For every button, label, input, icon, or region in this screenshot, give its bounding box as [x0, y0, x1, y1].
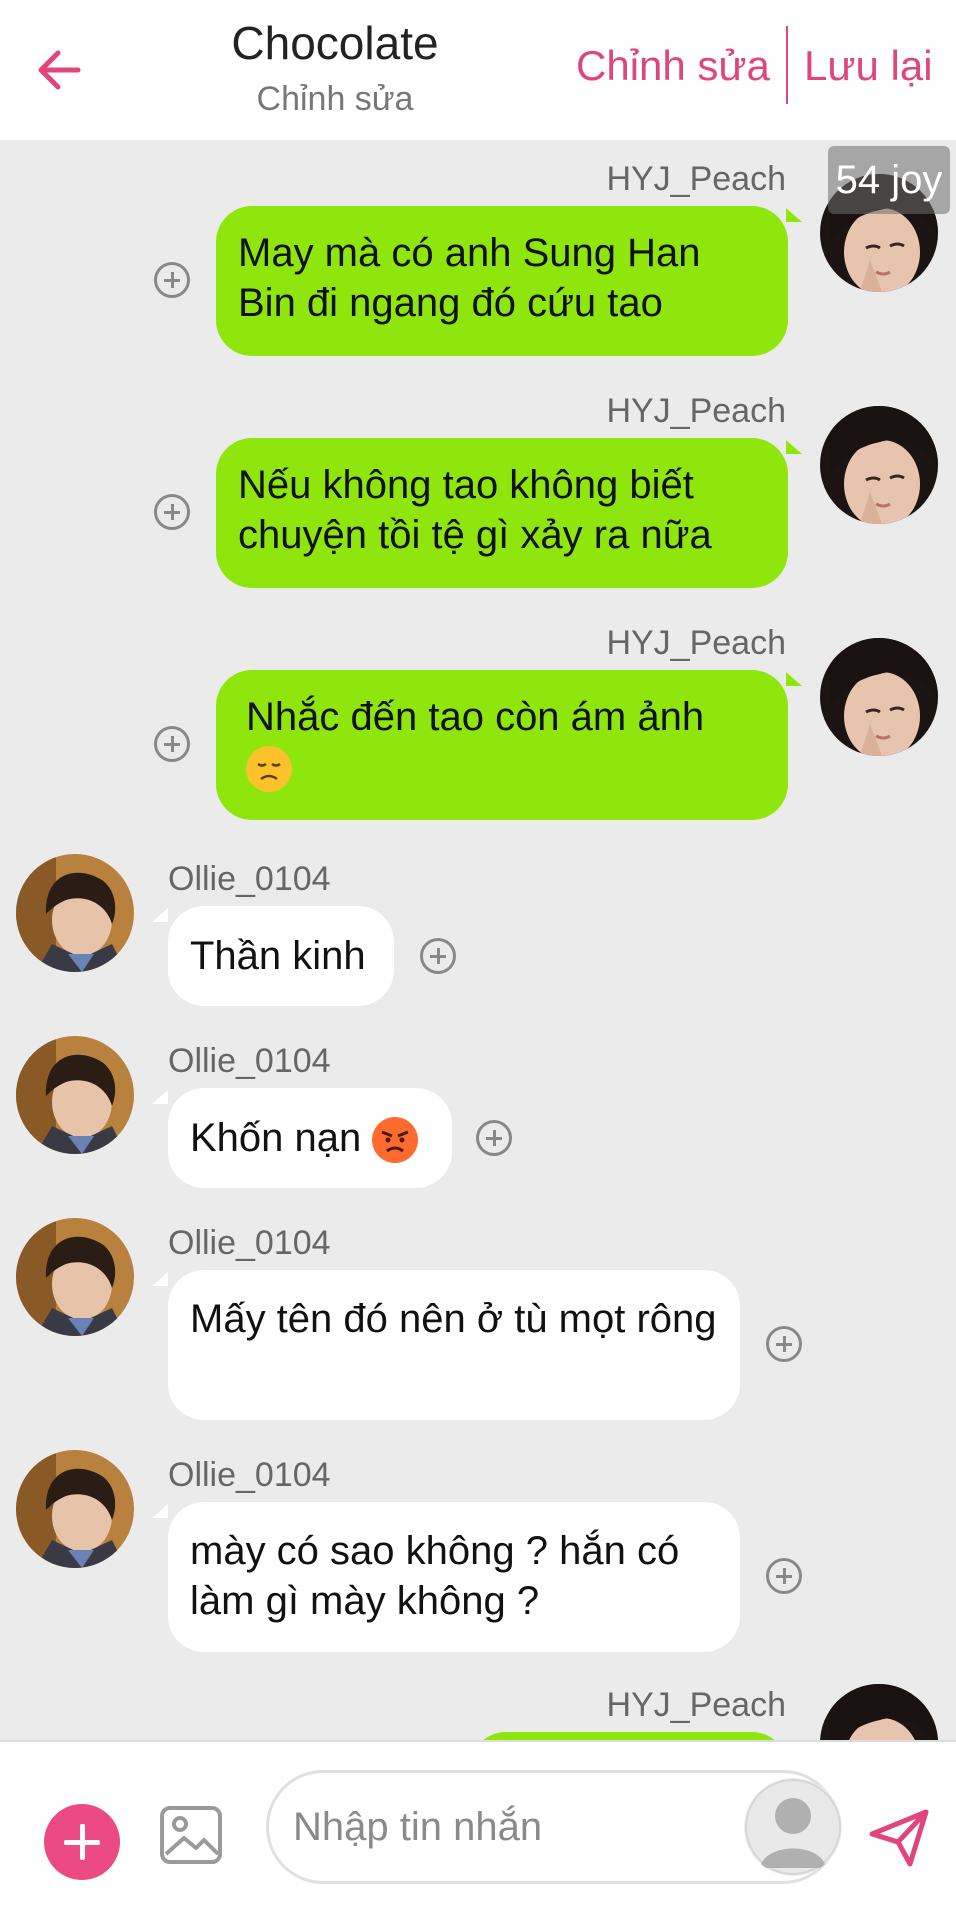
- chat-subtitle: Chỉnh sửa: [256, 80, 414, 118]
- avatar[interactable]: [16, 1218, 134, 1336]
- save-button[interactable]: Lưu lại: [804, 42, 933, 90]
- message-bubble[interactable]: Nhắc đến tao còn ám ảnh: [216, 670, 788, 820]
- message-text: Nếu không tao không biết chuyện tồi tệ g…: [238, 463, 712, 557]
- back-arrow-icon[interactable]: [30, 40, 90, 100]
- bubble-tail: [786, 440, 802, 454]
- joy-badge: 54 joy: [828, 146, 950, 214]
- plus-circle-icon[interactable]: [154, 262, 190, 298]
- avatar[interactable]: [820, 1684, 938, 1740]
- message-bubble[interactable]: Nếu không tao không biết chuyện tồi tệ g…: [216, 438, 788, 588]
- plus-circle-icon[interactable]: [476, 1120, 512, 1156]
- message-text: Mấy tên đó nên ở tù mọt rông: [190, 1297, 717, 1341]
- bubble-tail: [152, 908, 168, 922]
- send-icon[interactable]: [866, 1804, 932, 1870]
- avatar[interactable]: [16, 854, 134, 972]
- avatar[interactable]: [820, 406, 938, 524]
- plus-icon[interactable]: [44, 1804, 120, 1880]
- bubble-tail: [786, 208, 802, 222]
- header-divider: [786, 26, 788, 104]
- plus-circle-icon[interactable]: [420, 938, 456, 974]
- plus-circle-icon[interactable]: [766, 1558, 802, 1594]
- sender-name: Ollie_0104: [168, 1224, 331, 1262]
- edit-button[interactable]: Chỉnh sửa: [576, 42, 770, 90]
- message-bubble[interactable]: Thần kinh: [168, 906, 394, 1006]
- chat-area[interactable]: HYJ_Peach May mà có anh Sung Han Bin đi …: [0, 140, 956, 1740]
- sender-name: HYJ_Peach: [606, 624, 786, 662]
- message-text: May mà có anh Sung Han Bin đi ngang đó c…: [238, 231, 701, 325]
- message-bubble[interactable]: Mấy tên đó nên ở tù mọt rông: [168, 1270, 740, 1420]
- avatar[interactable]: [16, 1036, 134, 1154]
- message-bubble[interactable]: Khốn nạn: [168, 1088, 452, 1188]
- message-bubble[interactable]: [470, 1732, 788, 1740]
- top-bar: Chocolate Chỉnh sửa Chỉnh sửa Lưu lại: [0, 0, 956, 140]
- avatar[interactable]: [16, 1450, 134, 1568]
- chat-title: Chocolate: [231, 17, 439, 69]
- bubble-tail: [152, 1090, 168, 1104]
- bubble-tail: [152, 1272, 168, 1286]
- bubble-tail: [786, 672, 802, 686]
- sender-name: HYJ_Peach: [606, 160, 786, 198]
- sender-name: HYJ_Peach: [606, 1686, 786, 1724]
- sender-name: Ollie_0104: [168, 1042, 331, 1080]
- angry-face-icon: [372, 1117, 419, 1164]
- message-bubble[interactable]: May mà có anh Sung Han Bin đi ngang đó c…: [216, 206, 788, 356]
- plus-circle-icon[interactable]: [766, 1326, 802, 1362]
- message-text: Nhắc đến tao còn ám ảnh: [246, 695, 705, 739]
- message-text: Thần kinh: [190, 934, 366, 978]
- avatar[interactable]: [820, 638, 938, 756]
- sender-name: Ollie_0104: [168, 1456, 331, 1494]
- message-text: Khốn nạn: [190, 1116, 362, 1160]
- disappointed-face-icon: [246, 746, 292, 793]
- sender-name: Ollie_0104: [168, 860, 331, 898]
- sender-name: HYJ_Peach: [606, 392, 786, 430]
- image-icon[interactable]: [158, 1802, 224, 1868]
- message-bubble[interactable]: mày có sao không ? hắn có làm gì mày khô…: [168, 1502, 740, 1652]
- plus-circle-icon[interactable]: [154, 726, 190, 762]
- bubble-tail: [152, 1504, 168, 1518]
- user-avatar-icon[interactable]: [744, 1778, 842, 1876]
- composer-bar: [0, 1740, 956, 1920]
- message-text: mày có sao không ? hắn có làm gì mày khô…: [190, 1529, 680, 1623]
- plus-circle-icon[interactable]: [154, 494, 190, 530]
